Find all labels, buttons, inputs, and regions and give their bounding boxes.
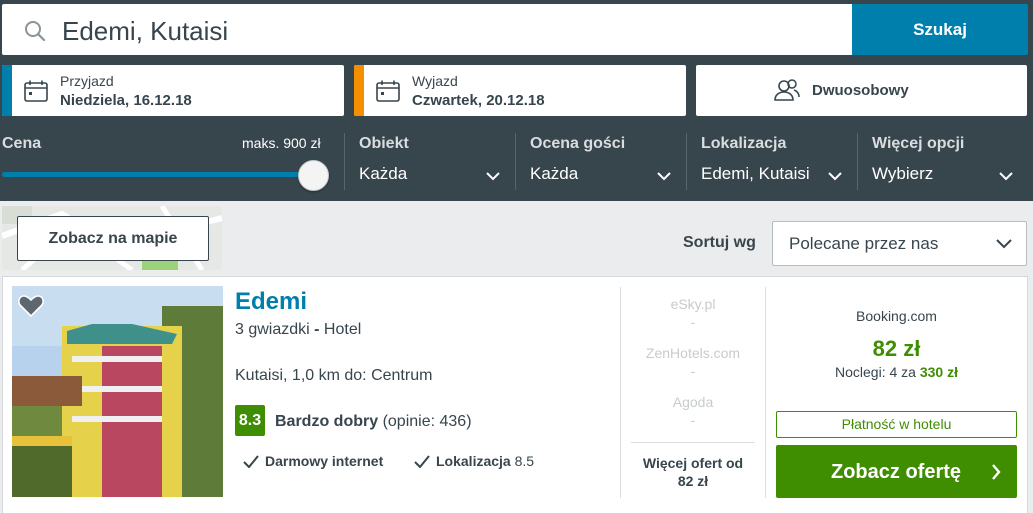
chevron-down-icon[interactable] (999, 168, 1013, 186)
deal-price: 82 zł (872, 336, 921, 361)
search-value: Edemi, Kutaisi (62, 16, 229, 46)
deal-site-name: Booking.com (856, 308, 937, 324)
search-input[interactable]: Edemi, Kutaisi (2, 4, 852, 55)
other-offer-site[interactable]: ZenHotels.com (631, 345, 755, 361)
search-icon (24, 20, 46, 47)
filter-divider (515, 133, 516, 190)
sort-dropdown[interactable]: Polecane przez nas (772, 221, 1027, 266)
deal-nights-total: 330 zł (919, 364, 958, 380)
hotel-category-separator: - (309, 321, 324, 338)
feature-item: Darmowy internet (243, 453, 383, 471)
rating-score-badge: 8.3 (235, 405, 265, 436)
chevron-down-icon[interactable] (828, 168, 842, 186)
hotel-type: Hotel (323, 321, 362, 338)
location-filter-dropdown[interactable]: Edemi, Kutaisi (701, 164, 810, 184)
feature-name: Lokalizacja (436, 453, 511, 469)
view-deal-label: Zobacz ofertę (831, 461, 962, 483)
deal-nights: Noclegi: 4 za 330 zł (776, 364, 1017, 380)
rating-filter-label: Ocena gości (530, 135, 626, 152)
chevron-down-icon[interactable] (486, 168, 500, 186)
column-divider (620, 287, 621, 498)
other-offer-price: - (690, 363, 696, 379)
more-options-dropdown[interactable]: Wybierz (872, 164, 933, 184)
price-slider-track[interactable] (2, 172, 314, 177)
checkin-label: Przyjazd (60, 73, 114, 89)
search-button[interactable]: Szukaj (852, 4, 1028, 55)
price-filter-label: Cena (2, 135, 42, 152)
price-max-label: maks. 900 zł (242, 135, 321, 151)
chevron-down-icon[interactable] (657, 168, 671, 186)
users-icon (774, 78, 800, 107)
room-type-field[interactable]: Dwuosobowy (696, 65, 1027, 116)
column-divider (765, 287, 766, 498)
check-icon (243, 455, 259, 471)
checkin-date: Niedziela, 16.12.18 (60, 92, 192, 109)
hotel-category: 3 gwiazdki - Hotel (235, 321, 361, 339)
rating-text: Bardzo dobry (275, 413, 379, 430)
price-slider-handle[interactable] (298, 160, 329, 191)
checkout-label: Wyjazd (412, 73, 458, 89)
hotel-location: Kutaisi, 1,0 km do: Centrum (235, 367, 433, 384)
hotel-stars: 3 gwiazdki (235, 321, 310, 338)
feature-name: Darmowy internet (265, 453, 384, 469)
hotel-name-link[interactable]: Edemi (235, 288, 307, 316)
more-offers-link[interactable]: Więcej ofert od 82 zł (631, 454, 755, 490)
checkout-accent-bar (354, 65, 364, 116)
property-filter-dropdown[interactable]: Każda (359, 164, 407, 184)
more-offers-line2: 82 zł (677, 473, 709, 489)
filter-divider (344, 133, 345, 190)
checkin-field[interactable]: Przyjazd Niedziela, 16.12.18 (2, 65, 344, 116)
favorite-heart-icon[interactable] (18, 294, 44, 323)
filter-divider (857, 133, 858, 190)
checkin-accent-bar (2, 65, 12, 116)
feature-item: Lokalizacja 8.5 (414, 453, 534, 471)
chevron-right-icon (991, 463, 1001, 486)
rating-reviews[interactable]: (opinie: 436) (383, 413, 472, 430)
calendar-icon (24, 80, 48, 107)
offers-divider (631, 442, 755, 443)
more-options-label: Więcej opcji (872, 135, 965, 152)
check-icon (414, 455, 430, 471)
location-filter-label: Lokalizacja (701, 135, 787, 152)
other-offer-price: - (690, 412, 696, 428)
feature-score: 8.5 (514, 453, 535, 469)
other-offer-site[interactable]: eSky.pl (631, 296, 755, 312)
more-offers-line1: Więcej ofert od (642, 455, 744, 471)
sort-label: Sortuj wg (683, 234, 756, 251)
deal-nights-prefix: Noclegi: 4 za (835, 364, 916, 380)
sort-value: Polecane przez nas (789, 234, 939, 253)
show-map-button[interactable]: Zobacz na mapie (17, 216, 209, 261)
filter-divider (686, 133, 687, 190)
property-filter-label: Obiekt (359, 135, 409, 152)
calendar-icon (376, 80, 400, 107)
rating-summary: Bardzo dobry (opinie: 436) (275, 413, 472, 431)
other-offer-site[interactable]: Agoda (631, 394, 755, 410)
checkout-date: Czwartek, 20.12.18 (412, 92, 545, 109)
view-deal-button[interactable]: Zobacz ofertę (776, 445, 1017, 498)
room-type-label: Dwuosobowy (812, 82, 909, 99)
rating-filter-dropdown[interactable]: Każda (530, 164, 578, 184)
chevron-down-icon (996, 236, 1012, 254)
pay-at-hotel-badge: Płatność w hotelu (776, 411, 1017, 438)
checkout-field[interactable]: Wyjazd Czwartek, 20.12.18 (354, 65, 686, 116)
other-offer-price: - (690, 314, 696, 330)
